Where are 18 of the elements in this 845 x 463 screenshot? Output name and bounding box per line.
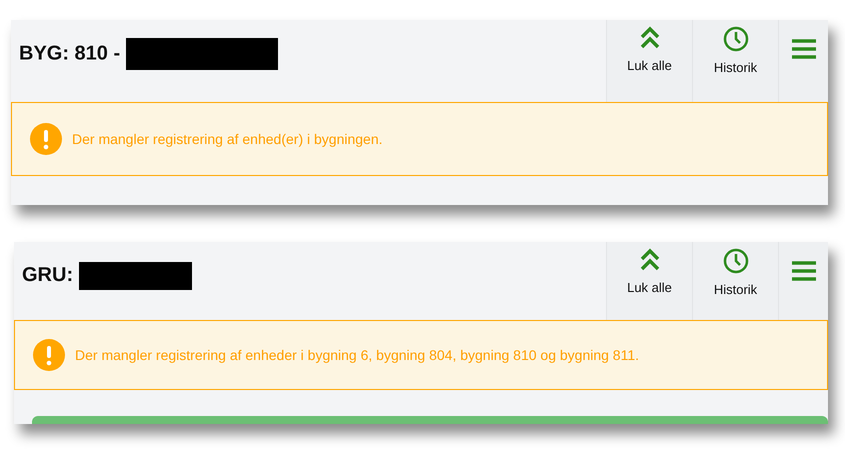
double-chevron-up-icon <box>638 26 660 50</box>
menu-icon <box>790 38 816 60</box>
warning-icon <box>33 339 65 371</box>
warning-icon <box>30 123 62 155</box>
menu-icon <box>790 260 816 282</box>
collapse-all-button[interactable]: Luk alle <box>606 20 692 102</box>
menu-button[interactable] <box>778 242 828 320</box>
alert-message: Der mangler registrering af enheder i bygning 6, bygning 804, bygning 810 og bygning 811. <box>75 346 640 365</box>
history-button[interactable]: Historik <box>692 242 778 320</box>
collapse-all-button[interactable]: Luk alle <box>606 242 692 320</box>
panel-title: BYG: 810 - <box>19 42 120 64</box>
panel-title: GRU: <box>22 264 74 286</box>
clock-icon <box>722 248 748 274</box>
clock-icon <box>722 26 748 52</box>
alert-message: Der mangler registrering af enhed(er) i bygningen. <box>72 130 382 149</box>
history-button[interactable]: Historik <box>692 20 778 102</box>
menu-button[interactable] <box>778 20 828 102</box>
double-chevron-up-icon <box>638 248 660 272</box>
